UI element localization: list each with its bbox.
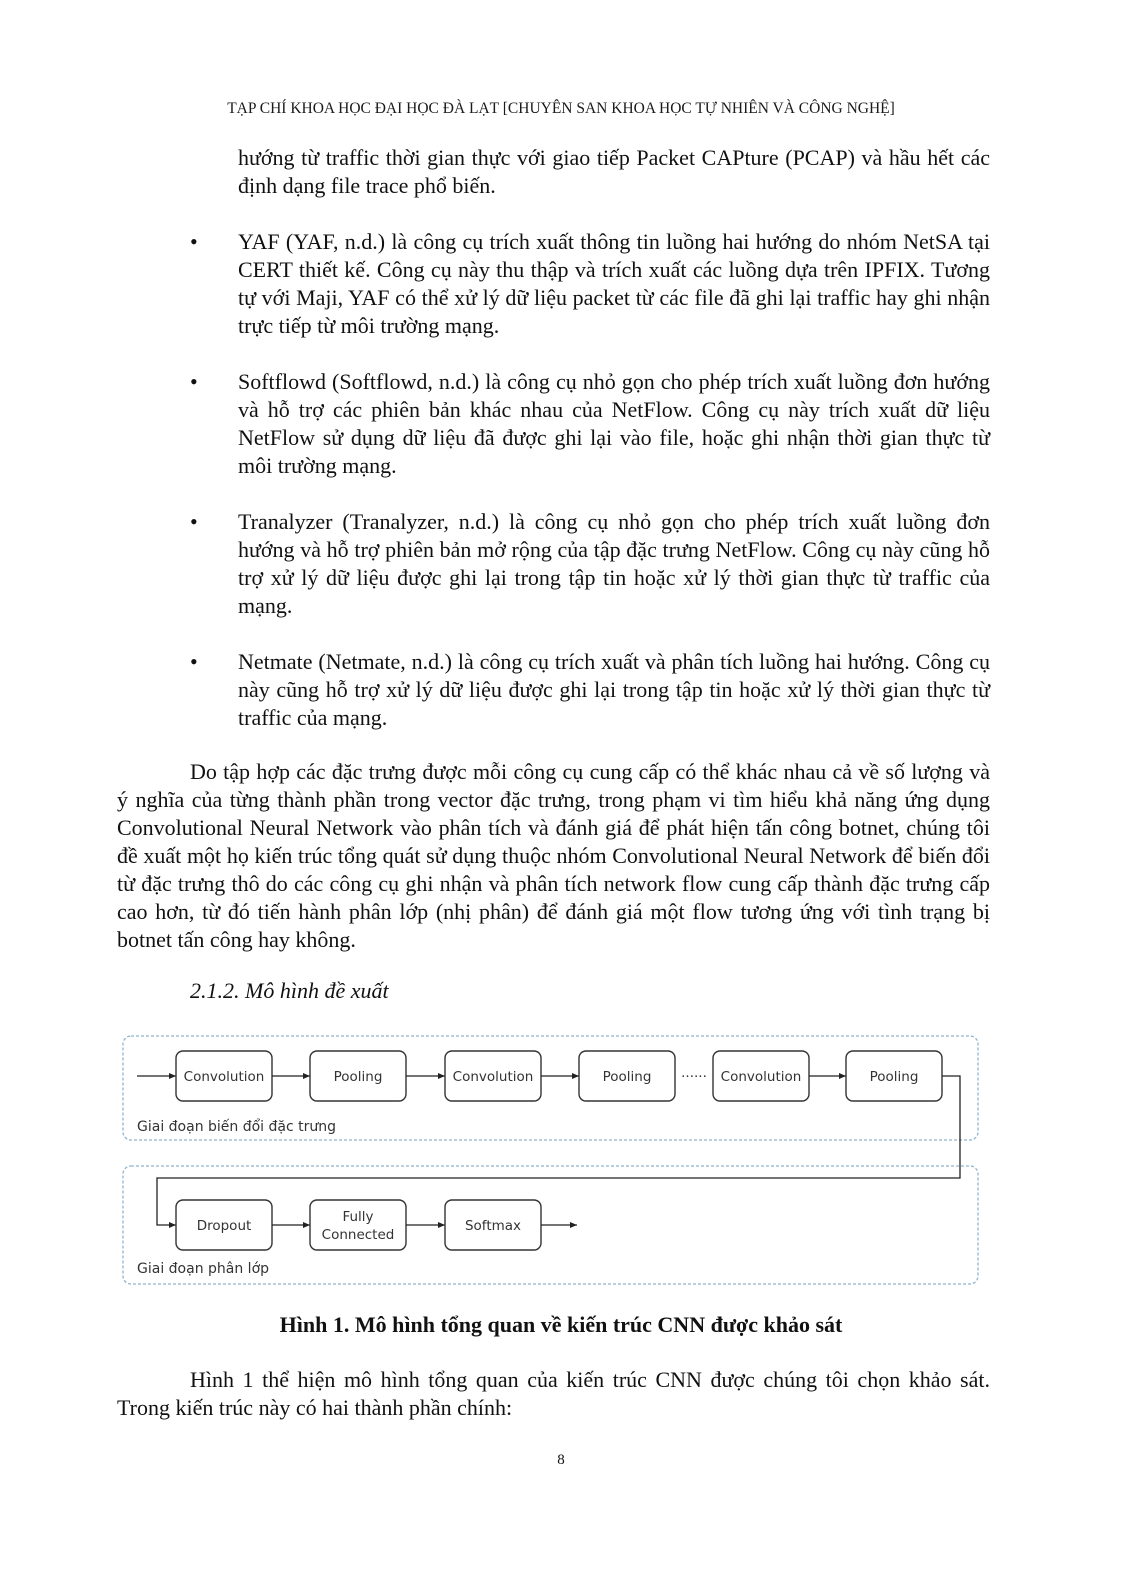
bullet-text: YAF (YAF, n.d.) là công cụ trích xuất th… xyxy=(238,229,990,338)
ellipsis-indicator: ...... xyxy=(681,1065,707,1081)
body-paragraph-2: Hình 1 thể hiện mô hình tổng quan của ki… xyxy=(117,1367,990,1420)
stage-label-feature-transform: Giai đoạn biến đổi đặc trưng xyxy=(137,1118,336,1135)
figure-caption: Hình 1. Mô hình tổng quan về kiến trúc C… xyxy=(279,1312,843,1337)
body-paragraph-1: Do tập hợp các đặc trưng được mỗi công c… xyxy=(117,759,990,952)
bullet-marker: • xyxy=(190,229,198,254)
arrow-stage-transition xyxy=(156,1075,961,1228)
section-subheading: 2.1.2. Mô hình đề xuất xyxy=(190,978,389,1003)
node-softmax-label: Softmax xyxy=(465,1218,521,1234)
node-pooling-label: Pooling xyxy=(334,1069,383,1085)
bullet-marker: • xyxy=(190,509,198,534)
node-pooling-label: Pooling xyxy=(603,1069,652,1085)
node-dropout-label: Dropout xyxy=(197,1218,252,1234)
node-convolution-label: Convolution xyxy=(184,1069,265,1085)
stage-label-classification: Giai đoạn phân lớp xyxy=(137,1261,269,1277)
bullet-text: Netmate (Netmate, n.d.) là công cụ trích… xyxy=(238,649,990,730)
bullet-text: Softflowd (Softflowd, n.d.) là công cụ n… xyxy=(238,369,990,478)
bullet-marker: • xyxy=(190,369,198,394)
cnn-architecture-figure: Convolution Pooling Convolution Pooling Conv… xyxy=(115,1030,985,1290)
node-convolution-label: Convolution xyxy=(453,1069,534,1085)
node-pooling-label: Pooling xyxy=(870,1069,919,1085)
journal-header: TẠP CHÍ KHOA HỌC ĐẠI HỌC ĐÀ LẠT [CHUYÊN … xyxy=(227,100,895,117)
bullet-text: Tranalyzer (Tranalyzer, n.d.) là công cụ… xyxy=(238,509,990,618)
node-convolution-label: Convolution xyxy=(721,1069,802,1085)
cnn-architecture-diagram: Convolution Pooling Convolution Pooling Conv… xyxy=(122,1035,979,1285)
continuation-paragraph: hướng từ traffic thời gian thực với giao… xyxy=(238,145,990,198)
page-number: 8 xyxy=(557,1452,565,1468)
bullet-marker: • xyxy=(190,649,198,674)
